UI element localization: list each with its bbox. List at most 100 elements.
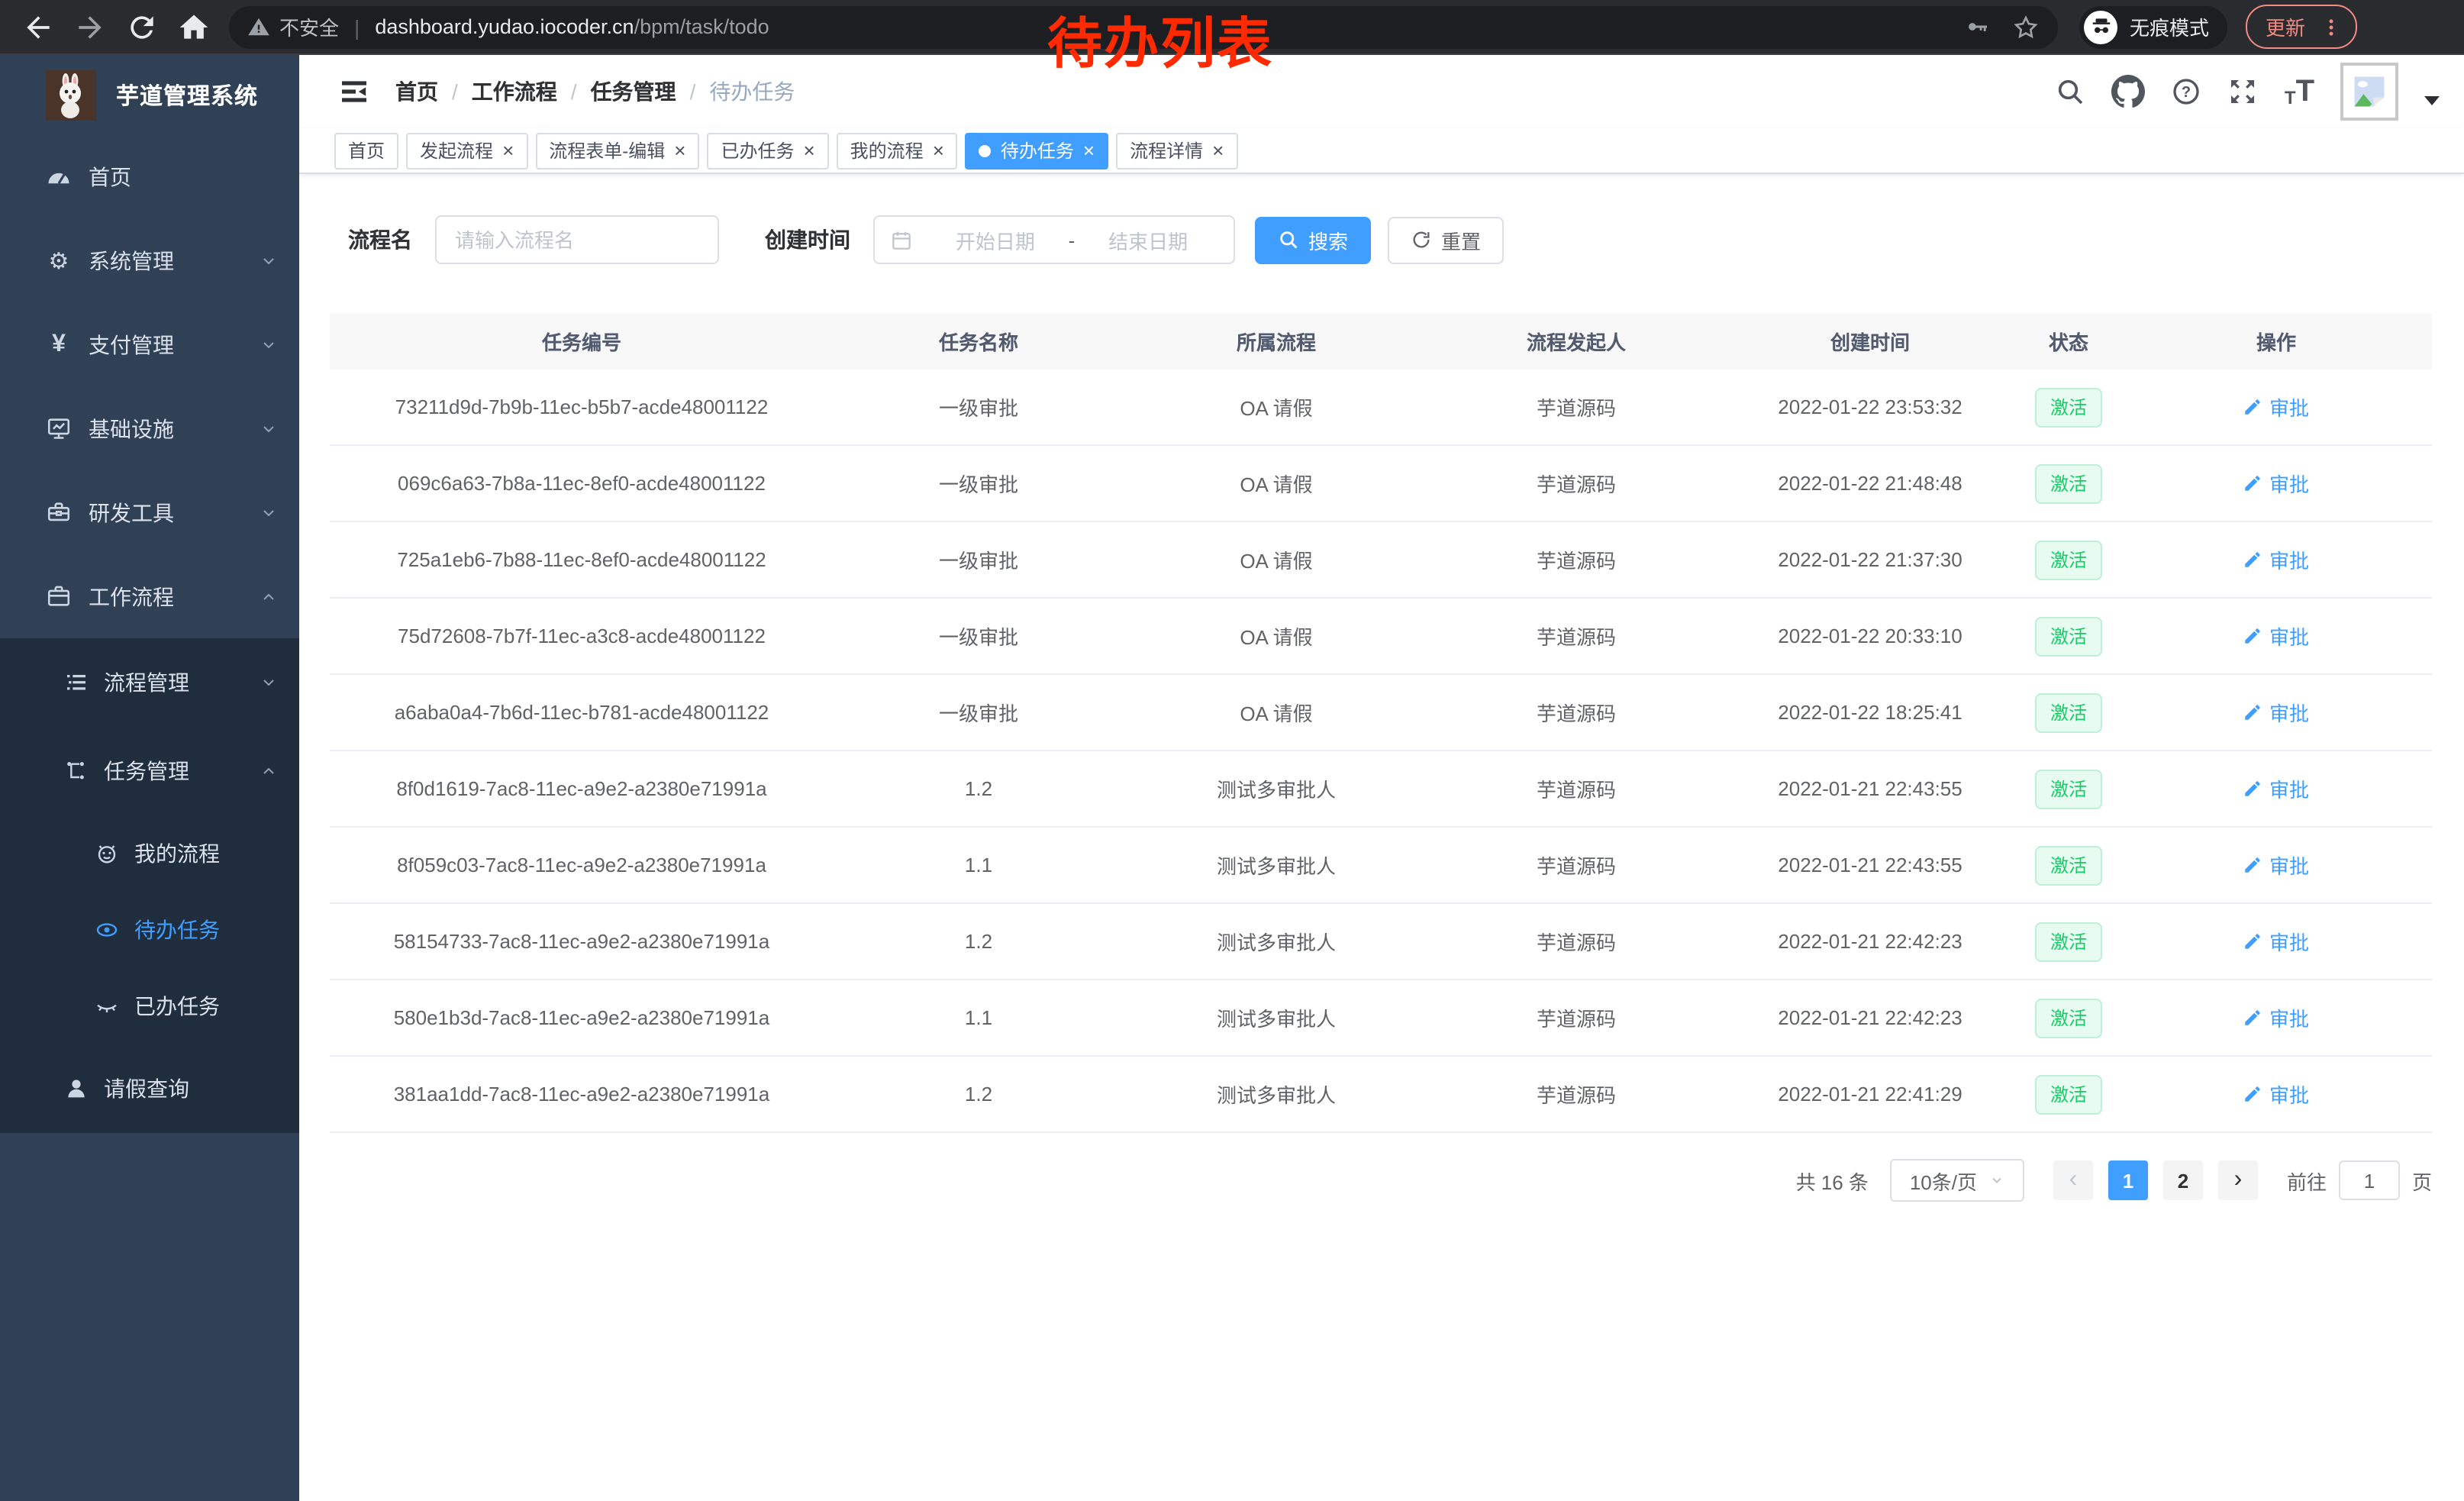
process-name-input[interactable] — [435, 215, 719, 264]
search-icon[interactable] — [2056, 76, 2086, 107]
cell-created: 2022-01-22 23:53:32 — [1724, 370, 2017, 444]
sidebar-item-label: 基础设施 — [89, 413, 174, 444]
table-row: 8f0d1619-7ac8-11ec-a9e2-a2380e71991a 1.2… — [330, 751, 2432, 828]
tab-done-task[interactable]: 已办任务× — [707, 132, 828, 169]
tab-my-process[interactable]: 我的流程× — [837, 132, 958, 169]
toolbox-icon — [46, 499, 72, 525]
goto-page-input[interactable] — [2339, 1160, 2400, 1200]
cell-initiator: 芋道源码 — [1429, 828, 1724, 902]
breadcrumb-task-mgmt[interactable]: 任务管理 — [591, 76, 676, 107]
breadcrumb-home[interactable]: 首页 — [395, 76, 438, 107]
tab-process-detail[interactable]: 流程详情× — [1116, 132, 1237, 169]
password-key-icon[interactable] — [1965, 14, 1991, 40]
reset-button[interactable]: 重置 — [1388, 216, 1504, 263]
font-size-icon[interactable]: TT — [2285, 76, 2314, 107]
tab-process-form-edit[interactable]: 流程表单-编辑× — [535, 132, 699, 169]
status-badge: 激活 — [2035, 998, 2102, 1038]
cell-task-id: 8f059c03-7ac8-11ec-a9e2-a2380e71991a — [330, 828, 834, 902]
breadcrumb-workflow[interactable]: 工作流程 — [472, 76, 557, 107]
prev-page-button[interactable]: ‹ — [2053, 1160, 2093, 1200]
sidebar-item-task-mgmt[interactable]: 任务管理 — [0, 727, 299, 815]
approve-link[interactable]: 审批 — [2243, 774, 2309, 803]
navbar-actions: ? TT — [2056, 55, 2440, 128]
approve-link[interactable]: 审批 — [2243, 469, 2309, 498]
close-icon[interactable]: × — [1083, 140, 1095, 160]
sidebar-item-infrastructure[interactable]: 基础设施 — [0, 386, 299, 470]
sidebar-item-label: 研发工具 — [89, 497, 174, 528]
next-page-button[interactable]: › — [2218, 1160, 2258, 1200]
sidebar-item-todo-task[interactable]: 待办任务 — [0, 892, 299, 968]
approve-link[interactable]: 审批 — [2243, 851, 2309, 880]
search-button[interactable]: 搜索 — [1255, 216, 1371, 263]
cell-task-name: 1.2 — [834, 1057, 1124, 1131]
sidebar-fold-icon[interactable] — [339, 76, 369, 107]
back-icon[interactable] — [21, 10, 55, 44]
page-button-2[interactable]: 2 — [2163, 1160, 2203, 1200]
fullscreen-icon[interactable] — [2228, 76, 2259, 107]
approve-link[interactable]: 审批 — [2243, 1080, 2309, 1109]
sidebar-item-payment[interactable]: ¥ 支付管理 — [0, 302, 299, 386]
eye-closed-icon — [95, 994, 119, 1018]
tab-start-process[interactable]: 发起流程× — [406, 132, 527, 169]
sidebar-item-system[interactable]: ⚙ 系统管理 — [0, 218, 299, 302]
screen: 不安全 | dashboard.yudao.iocoder.cn/bpm/tas… — [0, 0, 2464, 1501]
approve-link[interactable]: 审批 — [2243, 392, 2309, 421]
sidebar-item-dev-tools[interactable]: 研发工具 — [0, 470, 299, 554]
chevron-up-icon — [260, 587, 278, 605]
close-icon[interactable]: × — [1212, 140, 1224, 160]
sidebar-item-label: 任务管理 — [104, 756, 189, 786]
svg-text:?: ? — [2182, 84, 2191, 101]
approve-link[interactable]: 审批 — [2243, 698, 2309, 727]
table-body: 73211d9d-7b9b-11ec-b5b7-acde48001122 一级审… — [330, 370, 2432, 1133]
approve-link[interactable]: 审批 — [2243, 545, 2309, 574]
incognito-icon — [2084, 10, 2117, 44]
avatar-dropdown-caret[interactable] — [2424, 96, 2440, 105]
cell-process: OA 请假 — [1124, 599, 1429, 673]
cell-task-name: 一级审批 — [834, 599, 1124, 673]
main-content: 首页 / 工作流程 / 任务管理 / 待办任务 ? TT — [299, 55, 2464, 1501]
tab-home[interactable]: 首页 — [334, 132, 398, 169]
cell-task-id: 75d72608-7b7f-11ec-a3c8-acde48001122 — [330, 599, 834, 673]
edit-pencil-icon — [2243, 779, 2263, 799]
gear-icon: ⚙ — [46, 247, 72, 273]
cell-initiator: 芋道源码 — [1429, 980, 1724, 1055]
date-range-picker[interactable]: 开始日期 - 结束日期 — [873, 215, 1235, 264]
list-icon — [64, 670, 89, 695]
kebab-menu-icon[interactable] — [2320, 16, 2342, 37]
approve-link[interactable]: 审批 — [2243, 1003, 2309, 1032]
sidebar-item-my-process[interactable]: 我的流程 — [0, 815, 299, 892]
sidebar-item-workflow[interactable]: 工作流程 — [0, 554, 299, 638]
github-icon[interactable] — [2112, 75, 2146, 108]
chevron-down-icon — [260, 419, 278, 437]
cell-task-id: a6aba0a4-7b6d-11ec-b781-acde48001122 — [330, 675, 834, 750]
search-icon — [1278, 229, 1299, 250]
cell-task-id: 580e1b3d-7ac8-11ec-a9e2-a2380e71991a — [330, 980, 834, 1055]
avatar[interactable] — [2340, 63, 2398, 121]
status-badge: 激活 — [2035, 616, 2102, 656]
sidebar-item-process-mgmt[interactable]: 流程管理 — [0, 638, 299, 727]
close-icon[interactable]: × — [933, 140, 944, 160]
table-row: 069c6a63-7b8a-11ec-8ef0-acde48001122 一级审… — [330, 446, 2432, 522]
home-icon[interactable] — [177, 10, 211, 44]
bookmark-star-icon[interactable] — [2012, 13, 2040, 40]
help-icon[interactable]: ? — [2172, 76, 2202, 107]
forward-icon[interactable] — [73, 10, 107, 44]
tab-todo-task[interactable]: 待办任务× — [966, 132, 1108, 169]
sidebar-item-home[interactable]: 首页 — [0, 134, 299, 218]
sidebar-item-done-task[interactable]: 已办任务 — [0, 968, 299, 1044]
close-icon[interactable]: × — [674, 140, 685, 160]
cell-process: OA 请假 — [1124, 522, 1429, 597]
cell-created: 2022-01-22 18:25:41 — [1724, 675, 2017, 750]
sidebar-item-leave-query[interactable]: 请假查询 — [0, 1044, 299, 1133]
close-icon[interactable]: × — [803, 140, 814, 160]
approve-link[interactable]: 审批 — [2243, 927, 2309, 956]
browser-menu-update[interactable]: 更新 — [2246, 5, 2357, 49]
edit-pencil-icon — [2243, 931, 2263, 951]
page-size-select[interactable]: 10条/页 — [1890, 1159, 2024, 1202]
page-button-1[interactable]: 1 — [2108, 1160, 2148, 1200]
col-initiator: 流程发起人 — [1429, 313, 1724, 370]
app-logo-row[interactable]: 芋道管理系统 — [0, 55, 299, 134]
approve-link[interactable]: 审批 — [2243, 621, 2309, 650]
close-icon[interactable]: × — [502, 140, 514, 160]
reload-icon[interactable] — [125, 10, 159, 44]
